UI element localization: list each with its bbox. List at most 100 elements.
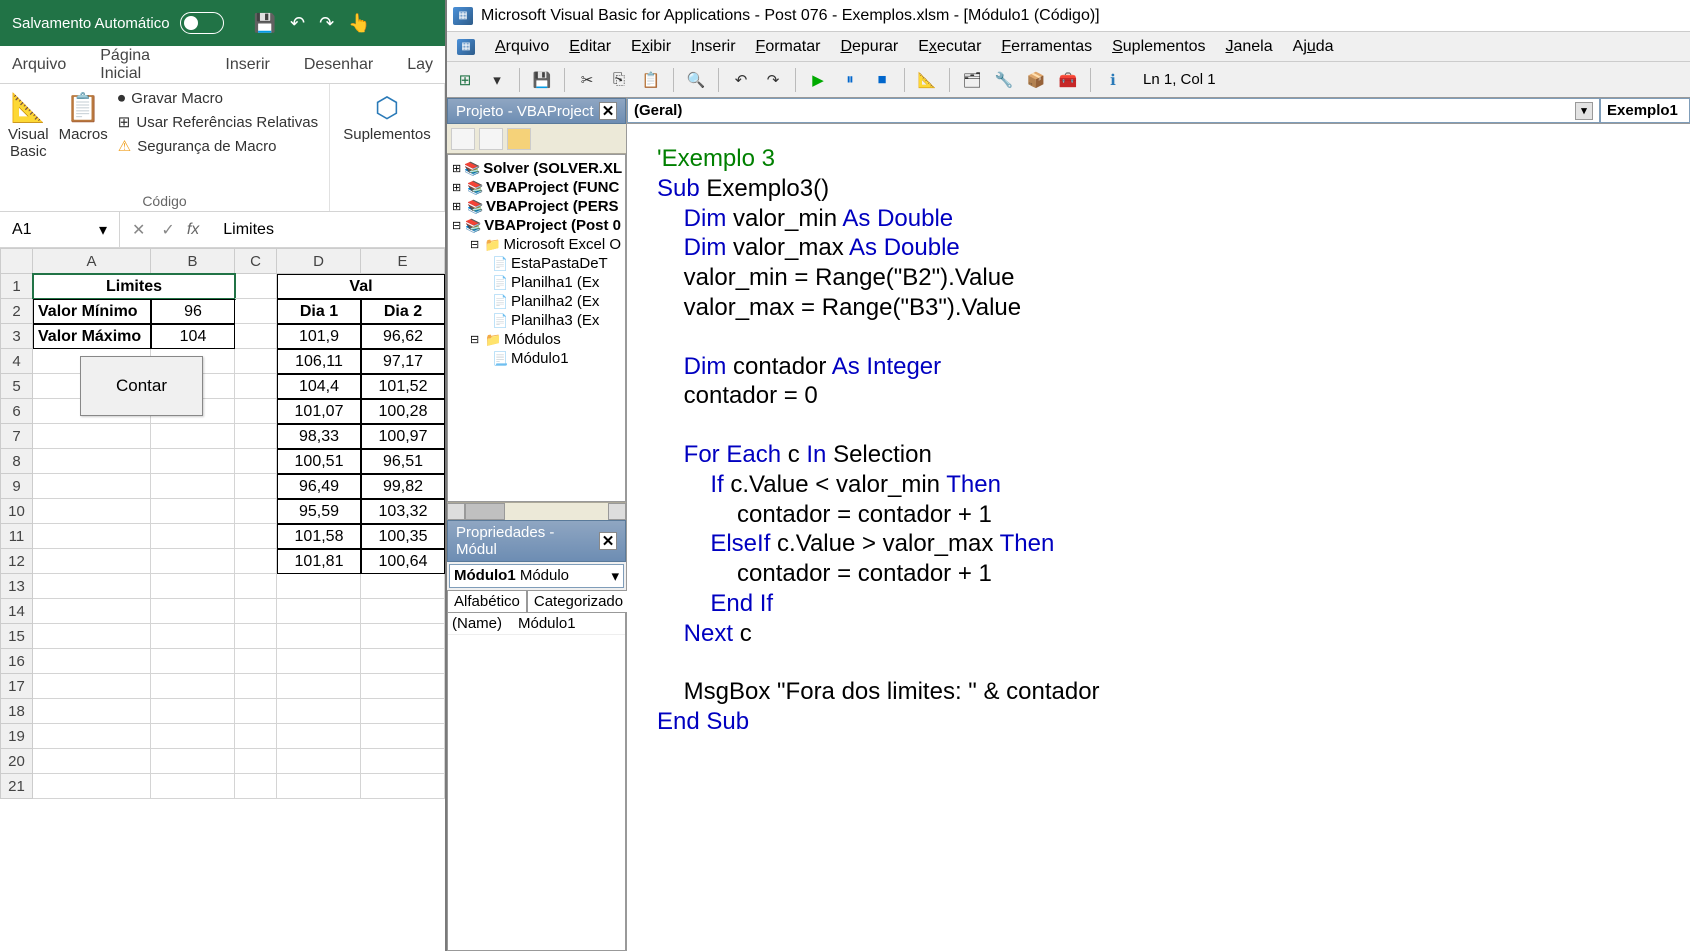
menu-arquivo[interactable]: Arquivo bbox=[495, 38, 549, 56]
tab-inicio[interactable]: Página Inicial bbox=[96, 39, 195, 91]
tab-desenhar[interactable]: Desenhar bbox=[300, 48, 377, 82]
col-header-a[interactable]: A bbox=[33, 248, 151, 274]
cell[interactable]: 96,62 bbox=[361, 324, 445, 349]
cut-icon[interactable]: ✂ bbox=[575, 68, 599, 92]
relative-refs-button[interactable]: ⊞Usar Referências Relativas bbox=[118, 113, 318, 131]
cell-b3[interactable]: 104 bbox=[151, 324, 235, 349]
procedure-combo[interactable]: Exemplo1 bbox=[1600, 98, 1690, 123]
row-header[interactable]: 5 bbox=[0, 374, 33, 399]
cell[interactable]: 96,51 bbox=[361, 449, 445, 474]
cell[interactable] bbox=[151, 449, 235, 474]
formula-input[interactable]: Limites bbox=[213, 221, 445, 239]
cell-a2[interactable]: Valor Mínimo bbox=[33, 299, 151, 324]
row-header[interactable]: 4 bbox=[0, 349, 33, 374]
cell[interactable] bbox=[361, 774, 445, 799]
cell[interactable]: 98,33 bbox=[277, 424, 361, 449]
stop-icon[interactable]: ■ bbox=[870, 68, 894, 92]
row-header[interactable]: 16 bbox=[0, 649, 33, 674]
cell[interactable]: 100,51 bbox=[277, 449, 361, 474]
cell[interactable]: 101,81 bbox=[277, 549, 361, 574]
cell-a3[interactable]: Valor Máximo bbox=[33, 324, 151, 349]
cell[interactable] bbox=[151, 699, 235, 724]
menu-depurar[interactable]: Depurar bbox=[840, 38, 898, 56]
suplementos-button[interactable]: ⬡ Suplementos bbox=[343, 90, 431, 143]
view-object-icon[interactable] bbox=[479, 128, 503, 150]
cell[interactable] bbox=[235, 624, 277, 649]
cell[interactable] bbox=[361, 649, 445, 674]
cell[interactable] bbox=[235, 699, 277, 724]
tab-categorized[interactable]: Categorizado bbox=[527, 590, 630, 612]
cell[interactable] bbox=[235, 549, 277, 574]
col-header-b[interactable]: B bbox=[151, 248, 235, 274]
cell[interactable] bbox=[235, 649, 277, 674]
cancel-icon[interactable]: ✕ bbox=[132, 220, 145, 240]
row-header[interactable]: 11 bbox=[0, 524, 33, 549]
cell[interactable] bbox=[361, 699, 445, 724]
close-icon[interactable]: ✕ bbox=[599, 532, 617, 550]
cell[interactable] bbox=[151, 549, 235, 574]
tab-layout[interactable]: Lay bbox=[403, 48, 437, 82]
cell[interactable]: 96,49 bbox=[277, 474, 361, 499]
menu-editar[interactable]: Editar bbox=[569, 38, 611, 56]
tree-node-modules[interactable]: ⊟📁Módulos bbox=[448, 330, 625, 349]
property-row[interactable]: (Name) Módulo1 bbox=[448, 613, 625, 635]
row-header[interactable]: 19 bbox=[0, 724, 33, 749]
cell[interactable] bbox=[151, 524, 235, 549]
row-header[interactable]: 8 bbox=[0, 449, 33, 474]
undo-icon[interactable]: ↶ bbox=[729, 68, 753, 92]
run-icon[interactable]: ▶ bbox=[806, 68, 830, 92]
menu-janela[interactable]: Janela bbox=[1225, 38, 1272, 56]
row-header[interactable]: 14 bbox=[0, 599, 33, 624]
row-header[interactable]: 3 bbox=[0, 324, 33, 349]
tree-node-post[interactable]: ⊟📚VBAProject (Post 0 bbox=[448, 216, 625, 235]
cell[interactable] bbox=[277, 649, 361, 674]
cell[interactable] bbox=[235, 524, 277, 549]
cell[interactable] bbox=[33, 474, 151, 499]
excel-icon[interactable]: ⊞ bbox=[453, 68, 477, 92]
cell[interactable]: 100,97 bbox=[361, 424, 445, 449]
row-header[interactable]: 18 bbox=[0, 699, 33, 724]
cell[interactable]: 100,35 bbox=[361, 524, 445, 549]
cell[interactable] bbox=[235, 724, 277, 749]
cell[interactable]: 101,58 bbox=[277, 524, 361, 549]
scroll-thumb[interactable] bbox=[465, 503, 505, 520]
cell[interactable] bbox=[277, 674, 361, 699]
cell[interactable] bbox=[277, 699, 361, 724]
project-hscroll[interactable] bbox=[447, 502, 626, 520]
cell[interactable] bbox=[33, 774, 151, 799]
cell[interactable] bbox=[361, 724, 445, 749]
cell[interactable] bbox=[235, 599, 277, 624]
design-mode-icon[interactable]: 📐 bbox=[915, 68, 939, 92]
row-header[interactable]: 20 bbox=[0, 749, 33, 774]
menu-ajuda[interactable]: Ajuda bbox=[1293, 38, 1334, 56]
macros-button[interactable]: 📋 Macros bbox=[59, 90, 108, 160]
scroll-right-icon[interactable] bbox=[608, 503, 626, 520]
cell[interactable] bbox=[151, 574, 235, 599]
tree-node-planilha2[interactable]: 📄Planilha2 (Ex bbox=[448, 292, 625, 311]
cell[interactable] bbox=[151, 624, 235, 649]
save-icon[interactable]: 💾 bbox=[254, 13, 276, 34]
cell[interactable] bbox=[33, 549, 151, 574]
row-header[interactable]: 7 bbox=[0, 424, 33, 449]
cell[interactable]: 101,9 bbox=[277, 324, 361, 349]
row-header[interactable]: 12 bbox=[0, 549, 33, 574]
redo-icon[interactable]: ↷ bbox=[761, 68, 785, 92]
cell[interactable] bbox=[151, 649, 235, 674]
cell[interactable] bbox=[277, 774, 361, 799]
cell[interactable] bbox=[235, 749, 277, 774]
row-header[interactable]: 13 bbox=[0, 574, 33, 599]
cell[interactable]: 103,32 bbox=[361, 499, 445, 524]
row-header[interactable]: 6 bbox=[0, 399, 33, 424]
row-header[interactable]: 10 bbox=[0, 499, 33, 524]
menu-inserir[interactable]: Inserir bbox=[691, 38, 735, 56]
object-browser-icon[interactable]: 📦 bbox=[1024, 68, 1048, 92]
cell[interactable] bbox=[235, 774, 277, 799]
redo-icon[interactable]: ↷ bbox=[319, 13, 334, 34]
tree-node-pers[interactable]: ⊞📚VBAProject (PERS bbox=[448, 197, 625, 216]
code-editor[interactable]: 'Exemplo 3 Sub Exemplo3() Dim valor_min … bbox=[627, 124, 1690, 951]
row-header[interactable]: 1 bbox=[0, 274, 33, 299]
col-header-e[interactable]: E bbox=[361, 248, 445, 274]
properties-icon[interactable]: 🔧 bbox=[992, 68, 1016, 92]
cell[interactable] bbox=[33, 749, 151, 774]
row-header[interactable]: 9 bbox=[0, 474, 33, 499]
